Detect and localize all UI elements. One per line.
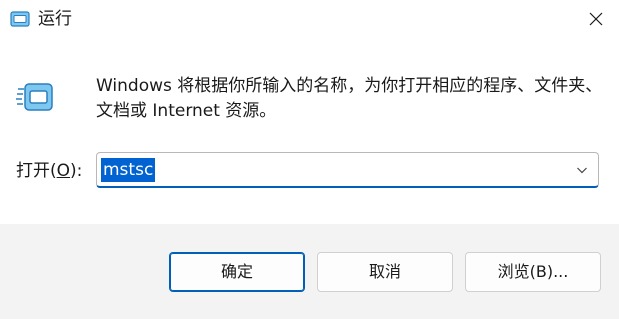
window-title: 运行: [38, 9, 72, 29]
browse-button[interactable]: 浏览(B)...: [465, 252, 601, 292]
run-icon: [10, 11, 30, 27]
button-bar: 确定 取消 浏览(B)...: [0, 224, 619, 319]
command-input[interactable]: mstsc: [101, 158, 156, 182]
command-combobox[interactable]: mstsc: [96, 152, 599, 188]
dialog-body: Windows 将根据你所输入的名称，为你打开相应的程序、文件夹、文档或 Int…: [0, 38, 619, 224]
title-bar[interactable]: 运行: [0, 0, 619, 38]
description-text: Windows 将根据你所输入的名称，为你打开相应的程序、文件夹、文档或 Int…: [96, 76, 603, 121]
close-icon: [589, 12, 603, 26]
run-icon: [16, 83, 53, 111]
cancel-button[interactable]: 取消: [317, 252, 453, 292]
open-label-accesskey: O: [56, 161, 71, 181]
open-label: 打开(O):: [16, 161, 83, 181]
ok-button[interactable]: 确定: [169, 252, 305, 292]
run-dialog: 运行 Windows 将根据你所输入的名称，为你打开相应的程序、文件夹、文档或 …: [0, 0, 619, 319]
chevron-down-icon[interactable]: [576, 164, 588, 176]
close-button[interactable]: [573, 0, 619, 38]
